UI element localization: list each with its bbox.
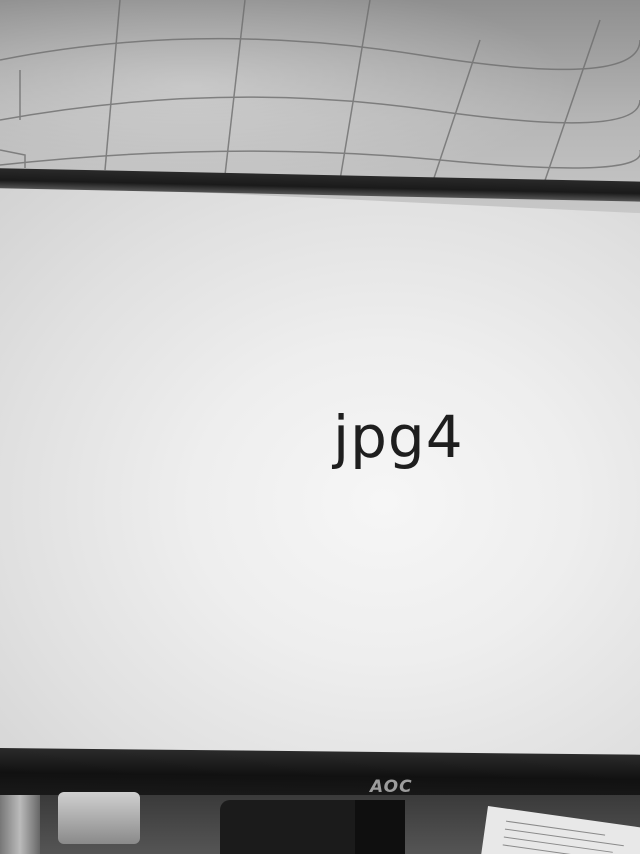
brand-logo: AOC xyxy=(370,777,413,797)
desk-object-dark xyxy=(220,800,370,854)
paper-handwriting-line xyxy=(503,836,613,853)
paper-handwriting-line xyxy=(505,820,606,836)
screen-text: jpg4 xyxy=(333,403,464,471)
desk-object-left xyxy=(0,795,40,854)
monitor-stand xyxy=(355,800,405,854)
monitor-screen xyxy=(0,183,640,763)
desk-device xyxy=(58,792,140,844)
paper-handwriting-line xyxy=(504,828,624,847)
photo-scene: jpg4 AOC xyxy=(0,0,640,854)
